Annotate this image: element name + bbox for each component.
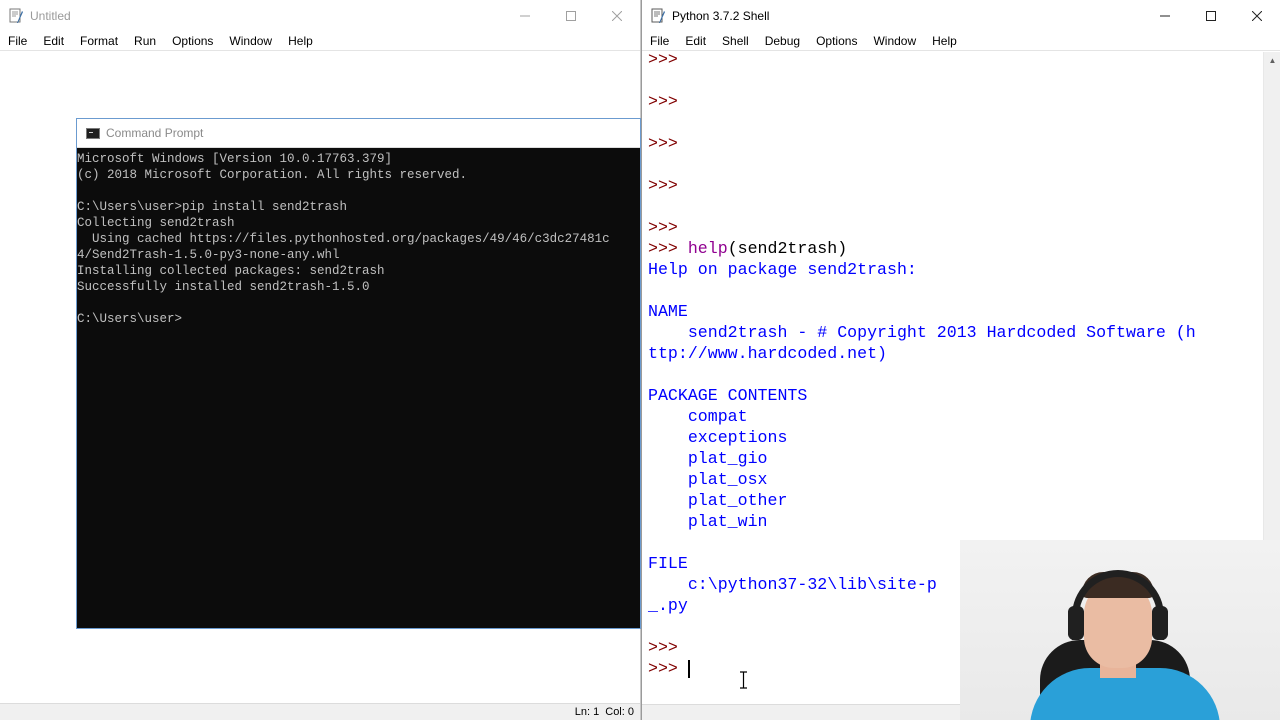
- command-prompt-window: Command Prompt Microsoft Windows [Versio…: [76, 118, 641, 629]
- console-line: C:\Users\user>: [77, 312, 183, 326]
- shell-command-func: help: [687, 239, 728, 258]
- close-icon[interactable]: [1234, 0, 1280, 31]
- editor-menubar: File Edit Format Run Options Window Help: [0, 31, 640, 51]
- menu-window[interactable]: Window: [865, 34, 924, 48]
- editor-titlebar[interactable]: Untitled: [0, 0, 640, 31]
- console-line: Collecting send2trash: [77, 216, 235, 230]
- help-name-heading: NAME: [648, 302, 688, 321]
- shell-titlebar[interactable]: Python 3.7.2 Shell: [642, 0, 1280, 31]
- help-content-item: compat: [648, 406, 1263, 427]
- status-line: Ln: 1: [574, 706, 600, 718]
- shell-prompt: >>>: [648, 134, 678, 153]
- shell-command-args: (send2trash): [727, 239, 848, 258]
- menu-help[interactable]: Help: [924, 34, 965, 48]
- python-feather-icon: [9, 8, 23, 23]
- close-icon[interactable]: [594, 0, 640, 31]
- status-col: Col: 0: [605, 706, 634, 718]
- console-line: (c) 2018 Microsoft Corporation. All righ…: [77, 168, 468, 182]
- editor-title: Untitled: [30, 8, 71, 23]
- menu-run[interactable]: Run: [126, 34, 164, 48]
- menu-options[interactable]: Options: [808, 34, 865, 48]
- shell-line: >>>: [648, 133, 1263, 154]
- shell-menubar: File Edit Shell Debug Options Window Hel…: [642, 31, 1280, 51]
- shell-line: >>>: [648, 91, 1263, 112]
- console-icon: [86, 127, 100, 139]
- cmd-title: Command Prompt: [106, 126, 204, 140]
- headset-earcup-right: [1152, 606, 1168, 640]
- help-content-item: plat_osx: [648, 469, 1263, 490]
- menu-edit[interactable]: Edit: [677, 34, 714, 48]
- help-name-line: send2trash - # Copyright 2013 Hardcoded …: [648, 323, 1196, 342]
- help-content-item: exceptions: [648, 427, 1263, 448]
- help-header: Help on package send2trash:: [648, 260, 917, 279]
- content-module: plat_osx: [687, 470, 768, 489]
- shell-prompt: >>>: [648, 52, 678, 69]
- menu-options[interactable]: Options: [164, 34, 221, 48]
- content-module: plat_gio: [687, 449, 768, 468]
- editor-statusbar: Ln: 1 Col: 0: [0, 703, 640, 720]
- shell-line: >>>: [648, 175, 1263, 196]
- menu-window[interactable]: Window: [221, 34, 280, 48]
- console-line: Successfully installed send2trash-1.5.0: [77, 280, 370, 294]
- python-feather-icon: [651, 8, 665, 23]
- ibeam-cursor-icon: [740, 671, 747, 689]
- shell-prompt: >>>: [648, 92, 678, 111]
- console-line: Installing collected packages: send2tras…: [77, 264, 385, 278]
- content-module: plat_other: [687, 491, 788, 510]
- cmd-console[interactable]: Microsoft Windows [Version 10.0.17763.37…: [77, 149, 640, 628]
- shell-prompt: >>>: [648, 638, 678, 657]
- shell-title: Python 3.7.2 Shell: [672, 8, 770, 23]
- webcam-overlay: [960, 540, 1280, 720]
- shell-line: >>>: [648, 52, 1263, 70]
- help-content-item: plat_other: [648, 490, 1263, 511]
- shell-prompt: >>>: [648, 176, 678, 195]
- menu-debug[interactable]: Debug: [757, 34, 808, 48]
- menu-shell[interactable]: Shell: [714, 34, 757, 48]
- minimize-icon[interactable]: [1142, 0, 1188, 31]
- cmd-titlebar[interactable]: Command Prompt: [77, 119, 640, 148]
- shell-line: >>>: [648, 217, 1263, 238]
- menu-edit[interactable]: Edit: [35, 34, 72, 48]
- console-line: Microsoft Windows [Version 10.0.17763.37…: [77, 152, 393, 166]
- menu-format[interactable]: Format: [72, 34, 126, 48]
- shell-line: >>> help(send2trash): [648, 238, 1263, 259]
- help-content-item: plat_win: [648, 511, 1263, 532]
- shell-prompt: >>>: [648, 659, 678, 678]
- help-content-item: plat_gio: [648, 448, 1263, 469]
- console-line: 4/Send2Trash-1.5.0-py3-none-any.whl: [77, 248, 340, 262]
- minimize-icon[interactable]: [502, 0, 548, 31]
- help-name-line: ttp://www.hardcoded.net): [648, 344, 887, 363]
- menu-file[interactable]: File: [642, 34, 677, 48]
- menu-help[interactable]: Help: [280, 34, 321, 48]
- help-contents-heading: PACKAGE CONTENTS: [648, 386, 808, 405]
- shell-prompt: >>>: [648, 239, 678, 258]
- console-line: Using cached https://files.pythonhosted.…: [77, 232, 610, 246]
- text-caret: [687, 659, 690, 678]
- content-module: exceptions: [687, 428, 788, 447]
- content-module: compat: [687, 407, 748, 426]
- menu-file[interactable]: File: [0, 34, 35, 48]
- console-line: C:\Users\user>pip install send2trash: [77, 200, 348, 214]
- scroll-up-arrow-icon[interactable]: ▲: [1264, 52, 1280, 69]
- maximize-icon[interactable]: [548, 0, 594, 31]
- maximize-icon[interactable]: [1188, 0, 1234, 31]
- headset-earcup-left: [1068, 606, 1084, 640]
- shell-prompt: >>>: [648, 218, 678, 237]
- content-module: plat_win: [687, 512, 768, 531]
